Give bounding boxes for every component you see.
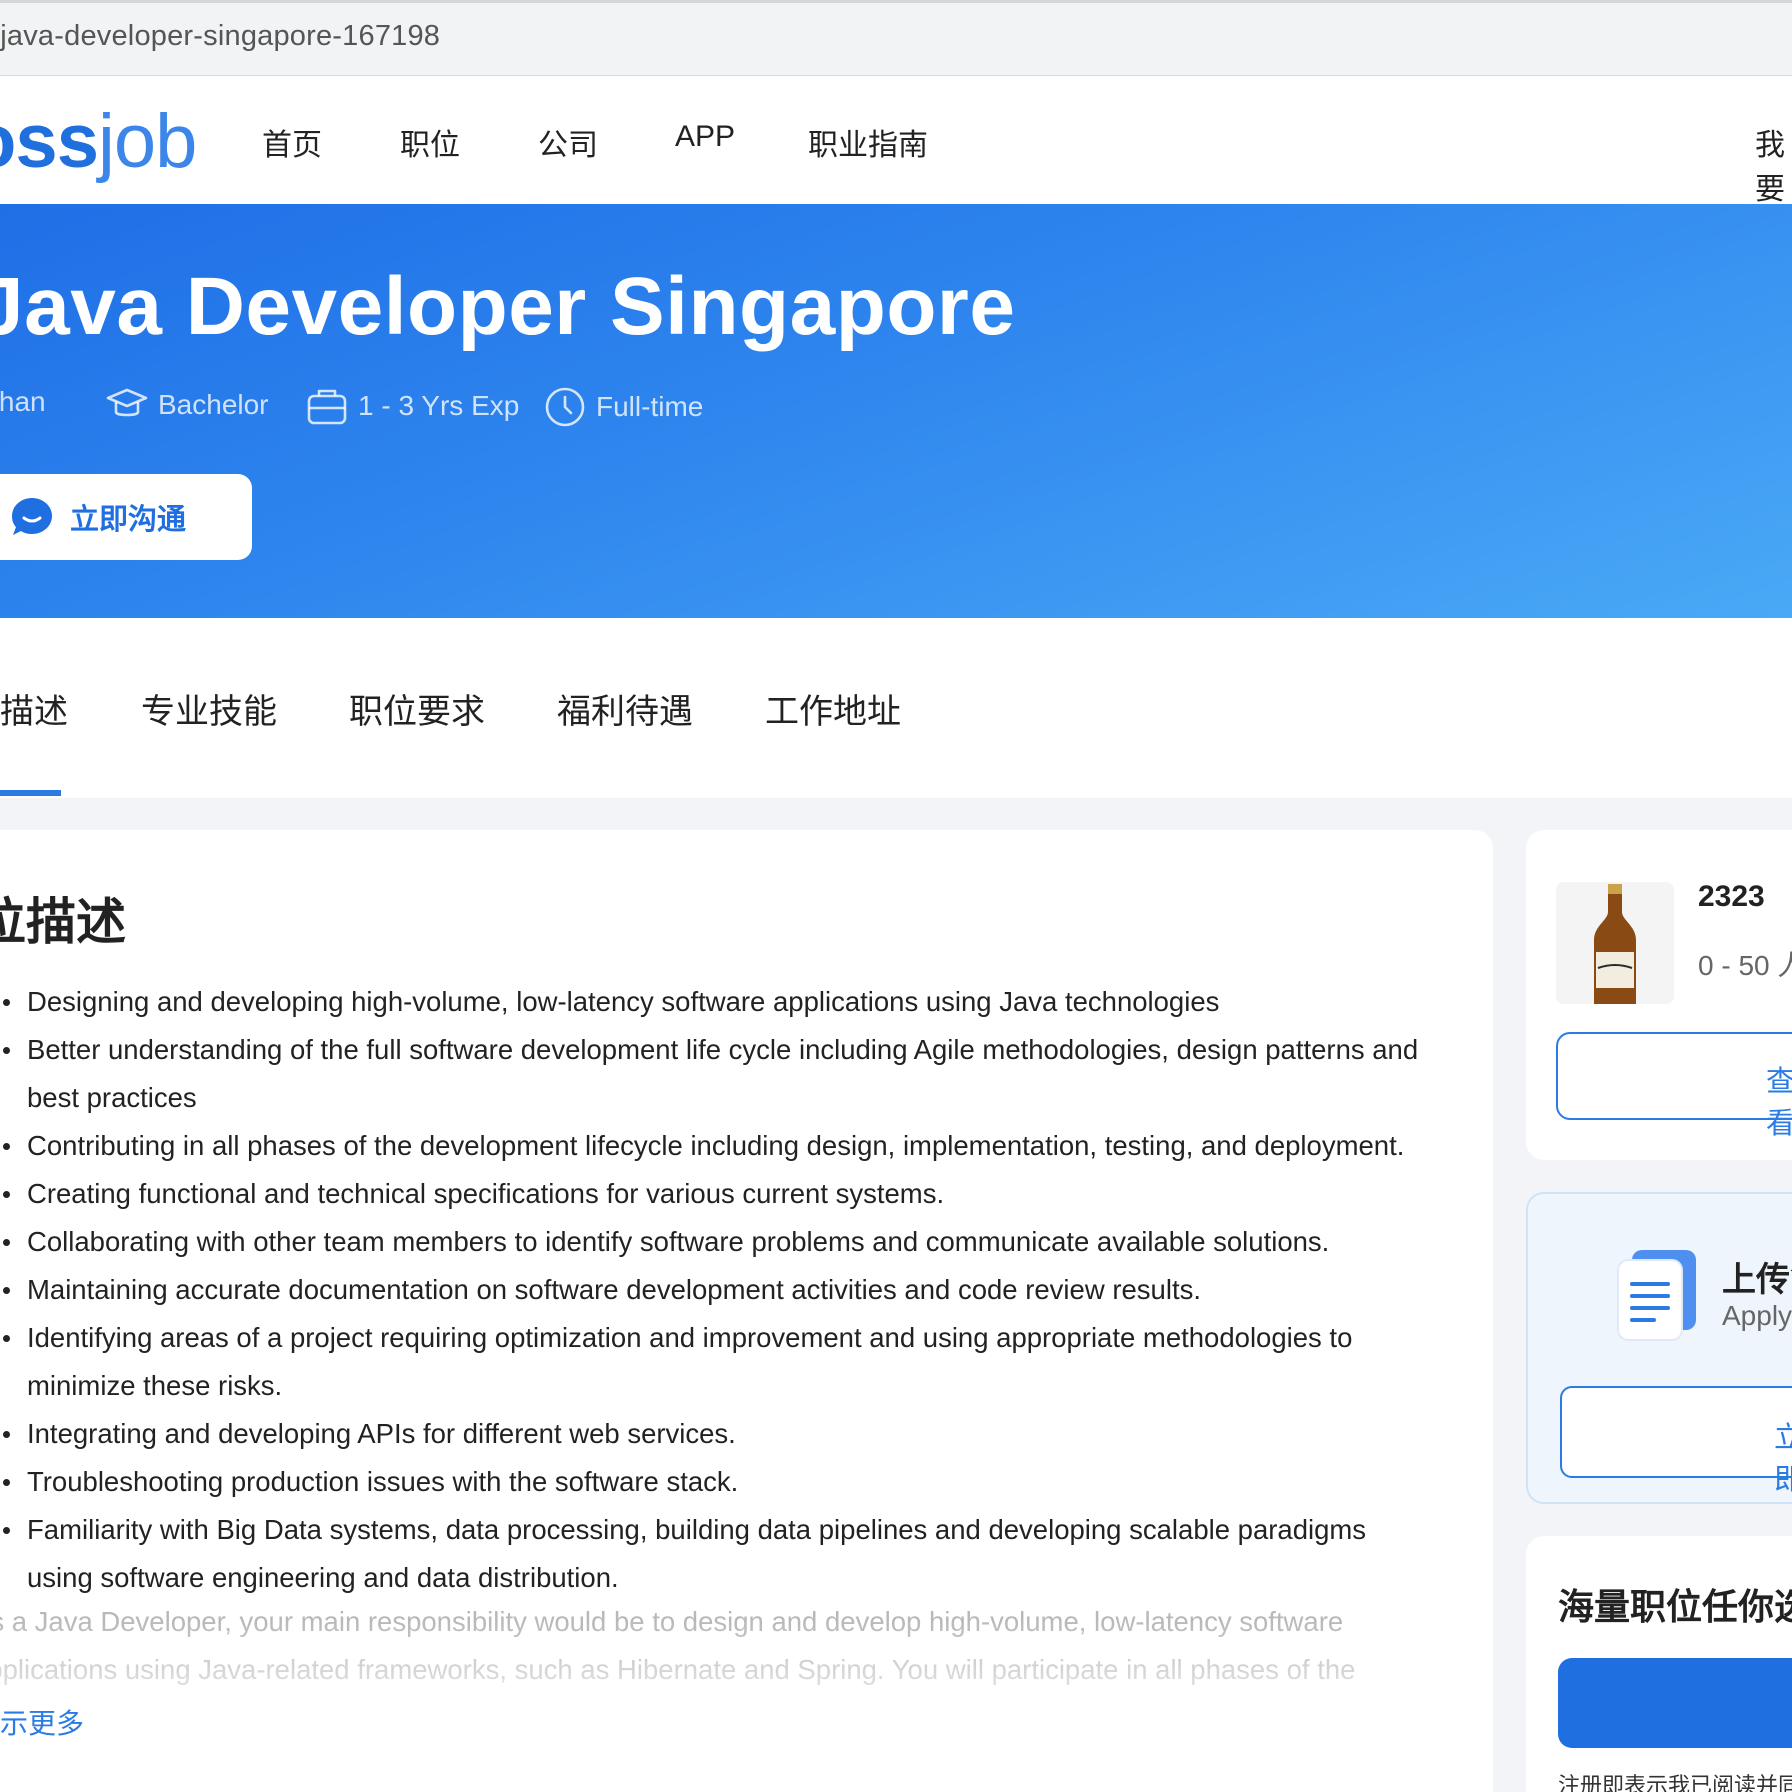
nav-career-guide[interactable]: 职业指南: [808, 120, 928, 164]
description-bullets: Designing and developing high-volume, lo…: [0, 978, 1420, 1602]
education-text: Bachelor: [158, 389, 269, 420]
meta-education: Bachelor: [106, 386, 269, 424]
list-item: Troubleshooting production issues with t…: [0, 1458, 1420, 1506]
page: /java-developer-singapore-167198 ossjob …: [0, 0, 1792, 1792]
chat-now-label: 立即沟通: [70, 504, 187, 536]
resume-upload-title: 上传简历: [1722, 1261, 1792, 1299]
list-item: Identifying areas of a project requiring…: [0, 1314, 1420, 1410]
signup-title: 海量职位任你选: [1558, 1586, 1792, 1627]
graduation-cap-icon: [106, 388, 148, 417]
tab-requirements[interactable]: 职位要求: [349, 684, 485, 733]
job-description-card: 职位描述 Designing and developing high-volum…: [0, 830, 1493, 1792]
upload-now-label: 立即: [1774, 1422, 1792, 1496]
list-item: Contributing in all phases of the develo…: [0, 1122, 1420, 1170]
location-text: Bishan: [0, 386, 46, 417]
clock-icon: [545, 387, 585, 427]
tab-skills[interactable]: 专业技能: [141, 684, 277, 733]
list-item: Collaborating with other team members to…: [0, 1218, 1420, 1266]
logo-bold-part: oss: [0, 99, 99, 184]
job-title: Java Developer Singapore: [0, 261, 1016, 352]
logo-light-part: job: [97, 99, 197, 184]
browser-top-border: [0, 0, 1792, 3]
show-more-link[interactable]: 显示更多: [0, 1702, 84, 1742]
tab-address[interactable]: 工作地址: [765, 684, 901, 733]
signup-button[interactable]: [1558, 1658, 1792, 1748]
chat-now-button[interactable]: 立即沟通: [0, 474, 252, 560]
company-size: 0 - 50 人: [1698, 950, 1792, 981]
upload-now-button[interactable]: 立即: [1560, 1386, 1792, 1496]
browser-address-bar[interactable]: /java-developer-singapore-167198: [0, 0, 1792, 76]
url-text[interactable]: /java-developer-singapore-167198: [0, 20, 440, 53]
site-header: ossjob 首页 职位 公司 APP 职业指南 我要: [0, 76, 1792, 206]
list-item: Maintaining accurate documentation on so…: [0, 1266, 1420, 1314]
list-item: Familiarity with Big Data systems, data …: [0, 1506, 1420, 1602]
signup-terms-text: 注册即表示我已阅读并同意: [1558, 1773, 1792, 1792]
beer-bottle-icon: [1556, 882, 1674, 1004]
nav-companies[interactable]: 公司: [538, 120, 598, 164]
signup-card: 海量职位任你选 注册即表示我已阅读并同意: [1526, 1536, 1792, 1792]
job-type-text: Full-time: [596, 391, 704, 422]
nav-jobs[interactable]: 职位: [400, 120, 460, 164]
company-name[interactable]: 2323: [1698, 880, 1765, 914]
tab-benefits[interactable]: 福利待遇: [557, 684, 693, 733]
briefcase-icon: [307, 389, 347, 425]
section-tabs: 职位描述 专业技能 职位要求 福利待遇 工作地址: [0, 618, 1792, 798]
meta-location: Bishan: [0, 386, 46, 418]
active-tab-indicator: [0, 790, 61, 796]
resume-upload-subtitle: Apply: [1722, 1300, 1792, 1331]
list-item: Creating functional and technical specif…: [0, 1170, 1420, 1218]
experience-text: 1 - 3 Yrs Exp: [358, 390, 520, 421]
meta-experience: 1 - 3 Yrs Exp: [306, 386, 519, 426]
site-logo[interactable]: ossjob: [0, 98, 197, 185]
list-item: Integrating and developing APIs for diff…: [0, 1410, 1420, 1458]
view-company-label: 查看: [1766, 1066, 1792, 1140]
view-company-button[interactable]: 查看: [1556, 1032, 1792, 1140]
meta-job-type: Full-time: [544, 386, 703, 428]
text-fade-overlay: [0, 1620, 1493, 1730]
document-icon: [1617, 1250, 1696, 1341]
resume-upload-card: 上传简历 Apply 立即: [1526, 1192, 1792, 1504]
nav-app[interactable]: APP: [675, 120, 735, 154]
chat-bubble-icon: [12, 498, 52, 535]
company-card: 2323 0 - 50 人 查看: [1526, 830, 1792, 1160]
header-right-link[interactable]: 我要: [1755, 120, 1792, 208]
company-logo-image[interactable]: [1556, 882, 1674, 1004]
tab-description[interactable]: 职位描述: [0, 684, 68, 733]
job-hero: Java Developer Singapore Bishan Bachelor…: [0, 204, 1792, 618]
description-title: 职位描述: [0, 894, 126, 950]
list-item: Designing and developing high-volume, lo…: [0, 978, 1420, 1026]
nav-home[interactable]: 首页: [262, 120, 322, 164]
list-item: Better understanding of the full softwar…: [0, 1026, 1420, 1122]
